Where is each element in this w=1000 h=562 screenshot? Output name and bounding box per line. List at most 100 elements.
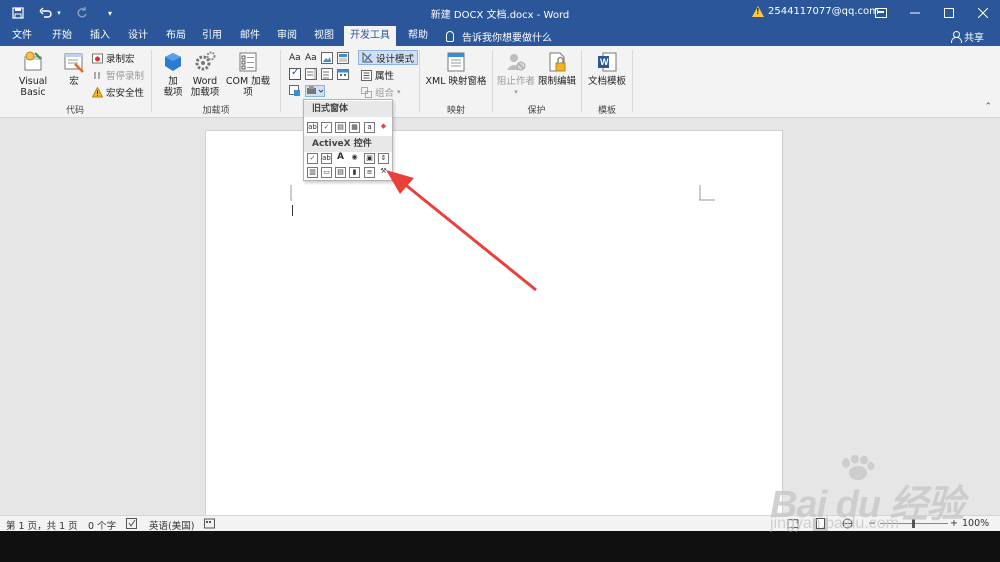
record-macro-label: 录制宏: [106, 54, 135, 65]
document-template-label: 文档模板: [587, 76, 626, 87]
activex-combo-box-icon[interactable]: ▤: [335, 167, 346, 178]
person-icon: [951, 31, 962, 43]
ribbon-display-options-icon[interactable]: [864, 0, 898, 26]
group-button[interactable]: 组合 ▾: [361, 85, 401, 99]
protect-group-label: 保护: [527, 106, 546, 116]
block-authors-button[interactable]: 阻止作者 ▾: [497, 51, 535, 98]
restrict-editing-button[interactable]: 限制编辑: [537, 51, 577, 87]
legacy-shading-icon[interactable]: a: [364, 122, 375, 133]
ribbon-tabs: 文件 开始 插入 设计 布局 引用 邮件 审阅 视图 开发工具 帮助 告诉我你想…: [0, 26, 1000, 46]
legacy-checkbox-icon[interactable]: ✓: [321, 122, 332, 133]
activex-image-icon[interactable]: ▣: [364, 153, 375, 164]
activex-list-box-icon[interactable]: ▥: [307, 167, 318, 178]
com-addins-icon: [237, 51, 259, 73]
record-macro-button[interactable]: 录制宏: [92, 51, 135, 65]
tell-me-box[interactable]: 告诉我你想要做什么: [446, 29, 552, 44]
tab-references[interactable]: 引用: [194, 26, 230, 46]
language[interactable]: 英语(美国): [149, 518, 194, 532]
maximize-icon[interactable]: [932, 0, 966, 26]
restrict-editing-label: 限制编辑: [537, 76, 576, 87]
macro-security-label: 宏安全性: [106, 88, 145, 99]
com-addins-button[interactable]: COM 加载项: [222, 51, 274, 98]
legacy-text-field-icon[interactable]: ab: [307, 122, 318, 133]
design-mode-label: 设计模式: [376, 53, 415, 65]
tab-layout[interactable]: 布局: [158, 26, 194, 46]
share-button[interactable]: 共享: [951, 29, 984, 44]
proofing-icon[interactable]: [126, 518, 137, 532]
tab-mailings[interactable]: 邮件: [232, 26, 268, 46]
activex-scroll-bar-icon[interactable]: ≡: [364, 167, 375, 178]
com-addins-label: COM 加载项: [225, 76, 271, 98]
picture-control-icon[interactable]: [321, 52, 333, 64]
legacy-frame-icon[interactable]: ▦: [349, 122, 360, 133]
addins-button[interactable]: 加 载项: [158, 51, 188, 98]
group-label: 组合: [375, 88, 395, 99]
pause-recording-button[interactable]: 暂停录制: [92, 68, 144, 82]
date-picker-control-icon[interactable]: [337, 68, 349, 80]
word-count[interactable]: 0 个字: [88, 518, 116, 532]
page-count[interactable]: 第 1 页，共 1 页: [6, 518, 78, 532]
word-addins-button[interactable]: Word 加载项: [189, 51, 221, 98]
code-group-label: 代码: [65, 106, 84, 116]
properties-button[interactable]: 属性: [361, 68, 394, 82]
undo-icon[interactable]: [38, 5, 54, 21]
customize-qat-icon[interactable]: ▾: [102, 5, 118, 21]
activex-toggle-button-icon[interactable]: ▮: [349, 167, 360, 178]
tab-design[interactable]: 设计: [120, 26, 156, 46]
tab-file[interactable]: 文件: [4, 26, 40, 46]
macro-security-icon: [92, 86, 103, 97]
macro-record-status-icon[interactable]: [204, 518, 215, 532]
block-authors-label: 阻止作者: [497, 76, 536, 87]
tab-developer[interactable]: 开发工具: [344, 26, 396, 46]
tab-view[interactable]: 视图: [306, 26, 342, 46]
macro-security-button[interactable]: 宏安全性: [92, 85, 144, 99]
legacy-dropdown-field-icon[interactable]: ▤: [335, 122, 346, 133]
templates-group-label: 模板: [597, 106, 616, 116]
activex-option-button-icon[interactable]: ◉: [349, 153, 360, 164]
xml-mapping-pane-button[interactable]: XML 映射窗格: [424, 51, 488, 87]
plain-text-control-icon[interactable]: Aa: [305, 52, 317, 64]
tab-review[interactable]: 审阅: [269, 26, 305, 46]
redo-icon[interactable]: [74, 5, 90, 21]
rich-text-control-icon[interactable]: Aa: [289, 52, 301, 64]
repeating-section-control-icon[interactable]: [289, 85, 301, 97]
legacy-tools-button[interactable]: [305, 85, 325, 97]
design-mode-icon: [362, 52, 373, 63]
xml-mapping-label: XML 映射窗格: [425, 76, 487, 87]
visual-basic-button[interactable]: Visual Basic: [6, 51, 60, 98]
gear-icon: [194, 51, 216, 73]
macros-label: 宏: [69, 76, 79, 87]
macros-button[interactable]: 宏: [62, 51, 86, 87]
baidu-watermark: Bai du 经验 jingyan.baidu.com: [770, 455, 970, 540]
document-template-button[interactable]: W 文档模板: [586, 51, 628, 87]
collapse-ribbon-icon[interactable]: ⌃: [984, 102, 992, 112]
title-bar: ▾ ▾ 新建 DOCX 文档.docx - Word 2544117077@qq…: [0, 0, 1000, 26]
tab-help[interactable]: 帮助: [400, 26, 436, 46]
reset-form-fields-icon[interactable]: ◆: [378, 122, 389, 133]
close-icon[interactable]: [966, 0, 1000, 26]
tab-home[interactable]: 开始: [44, 26, 80, 46]
activex-label-icon[interactable]: A: [335, 153, 346, 164]
account-area[interactable]: 2544117077@qq.com: [752, 6, 879, 17]
design-mode-button[interactable]: 设计模式: [358, 50, 419, 65]
combo-box-control-icon[interactable]: [305, 68, 317, 80]
word-document-icon: W: [596, 51, 618, 73]
activex-spin-button-icon[interactable]: ⇕: [378, 153, 389, 164]
save-icon[interactable]: [10, 5, 26, 21]
quick-access-toolbar: ▾ ▾: [10, 4, 118, 22]
addins-icon: [162, 51, 184, 73]
activex-command-button-icon[interactable]: ▭: [321, 167, 332, 178]
minimize-icon[interactable]: [898, 0, 932, 26]
share-label: 共享: [964, 33, 984, 44]
pause-icon: [94, 71, 100, 79]
tab-insert[interactable]: 插入: [82, 26, 118, 46]
dropdown-list-control-icon[interactable]: [321, 68, 333, 80]
activex-text-box-icon[interactable]: ab: [321, 153, 332, 164]
undo-dropdown-icon[interactable]: ▾: [56, 5, 62, 21]
block-authors-dropdown-icon: ▾: [514, 88, 518, 96]
activex-checkbox-icon[interactable]: ✓: [307, 153, 318, 164]
svg-text:W: W: [600, 57, 609, 67]
building-block-control-icon[interactable]: [337, 52, 349, 64]
addins-label-line2: 载项: [163, 87, 183, 98]
checkbox-control-icon[interactable]: [289, 67, 301, 80]
